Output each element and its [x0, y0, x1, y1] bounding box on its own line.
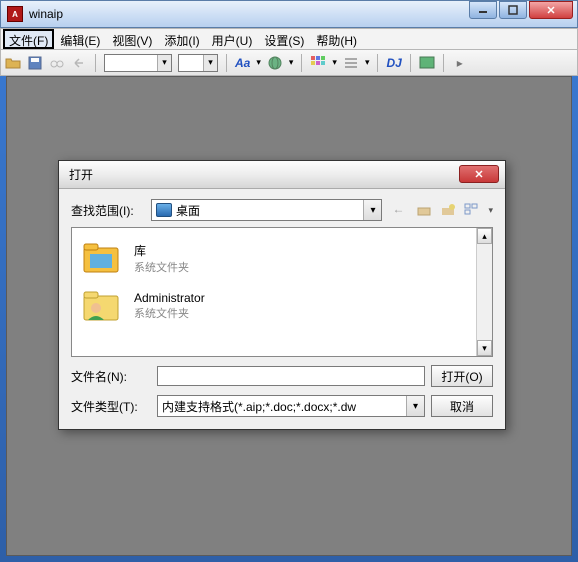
scroll-up-icon[interactable]: ▴: [477, 228, 492, 244]
file-list[interactable]: 库系统文件夹 Administrator系统文件夹 ▴ ▾: [71, 227, 493, 357]
separator: [410, 54, 411, 72]
lookin-label: 查找范围(I):: [71, 202, 151, 219]
filename-input[interactable]: [157, 366, 425, 386]
size-combo[interactable]: ▾: [178, 54, 218, 72]
lines-icon[interactable]: [343, 55, 359, 71]
save-icon[interactable]: [27, 55, 43, 71]
globe-icon[interactable]: [267, 55, 283, 71]
menu-file[interactable]: 文件(F): [3, 29, 54, 49]
scroll-down-icon[interactable]: ▾: [477, 340, 492, 356]
library-icon: [82, 240, 122, 276]
chevron-down-icon: ▾: [363, 200, 381, 220]
new-folder-icon[interactable]: [440, 202, 456, 218]
filetype-value: 内建支持格式(*.aip;*.doc;*.docx;*.dw: [162, 398, 356, 415]
undo-icon[interactable]: [71, 55, 87, 71]
menubar: 文件(F) 编辑(E) 视图(V) 添加(I) 用户(U) 设置(S) 帮助(H…: [0, 28, 578, 50]
toolbar: ▾ ▾ Aa ▾ ▾ ▾ ▾ DJ ▸: [0, 50, 578, 76]
dialog-close-button[interactable]: [459, 165, 499, 183]
app-icon: A: [7, 6, 23, 22]
scrollbar[interactable]: ▴ ▾: [476, 228, 492, 356]
minimize-button[interactable]: [469, 1, 497, 19]
dj-button[interactable]: DJ: [386, 56, 401, 70]
filename-label: 文件名(N):: [71, 368, 151, 385]
file-type: 系统文件夹: [134, 305, 205, 321]
menu-help[interactable]: 帮助(H): [310, 29, 363, 49]
list-item[interactable]: Administrator系统文件夹: [82, 282, 466, 330]
separator: [443, 54, 444, 72]
up-icon[interactable]: [416, 202, 432, 218]
chevron-down-icon: ▾: [406, 396, 424, 416]
filetype-label: 文件类型(T):: [71, 398, 151, 415]
filetype-combo[interactable]: 内建支持格式(*.aip;*.doc;*.docx;*.dw ▾: [157, 395, 425, 417]
lookin-combo[interactable]: 桌面 ▾: [151, 199, 382, 221]
user-folder-icon: [82, 288, 122, 324]
window-title: winaip: [29, 7, 63, 21]
separator: [301, 54, 302, 72]
separator: [377, 54, 378, 72]
close-button[interactable]: [529, 1, 573, 19]
file-type: 系统文件夹: [134, 259, 189, 275]
menu-add[interactable]: 添加(I): [158, 29, 205, 49]
open-dialog: 打开 查找范围(I): 桌面 ▾ ← ▾ 库系统文件夹: [58, 160, 506, 430]
maximize-button[interactable]: [499, 1, 527, 19]
titlebar: A winaip: [0, 0, 578, 28]
back-icon[interactable]: ←: [392, 202, 408, 218]
open-button[interactable]: 打开(O): [431, 365, 493, 387]
font-style-icon[interactable]: Aa: [235, 56, 250, 70]
desktop-icon: [156, 203, 172, 217]
menu-edit[interactable]: 编辑(E): [54, 29, 106, 49]
menu-settings[interactable]: 设置(S): [258, 29, 310, 49]
color-grid-icon[interactable]: [310, 55, 326, 71]
dialog-titlebar: 打开: [59, 161, 505, 189]
file-name: 库: [134, 242, 189, 259]
list-item[interactable]: 库系统文件夹: [82, 234, 466, 282]
lookin-value: 桌面: [176, 202, 200, 219]
view-menu-icon[interactable]: [464, 202, 480, 218]
menu-view[interactable]: 视图(V): [106, 29, 158, 49]
dialog-title: 打开: [69, 166, 93, 183]
cancel-button[interactable]: 取消: [431, 395, 493, 417]
screen-icon[interactable]: [419, 55, 435, 71]
file-name: Administrator: [134, 291, 205, 305]
binoculars-icon[interactable]: [49, 55, 65, 71]
separator: [95, 54, 96, 72]
font-combo[interactable]: ▾: [104, 54, 172, 72]
menu-user[interactable]: 用户(U): [206, 29, 259, 49]
open-icon[interactable]: [5, 55, 21, 71]
separator: [226, 54, 227, 72]
arrow-icon[interactable]: ▸: [452, 55, 468, 71]
